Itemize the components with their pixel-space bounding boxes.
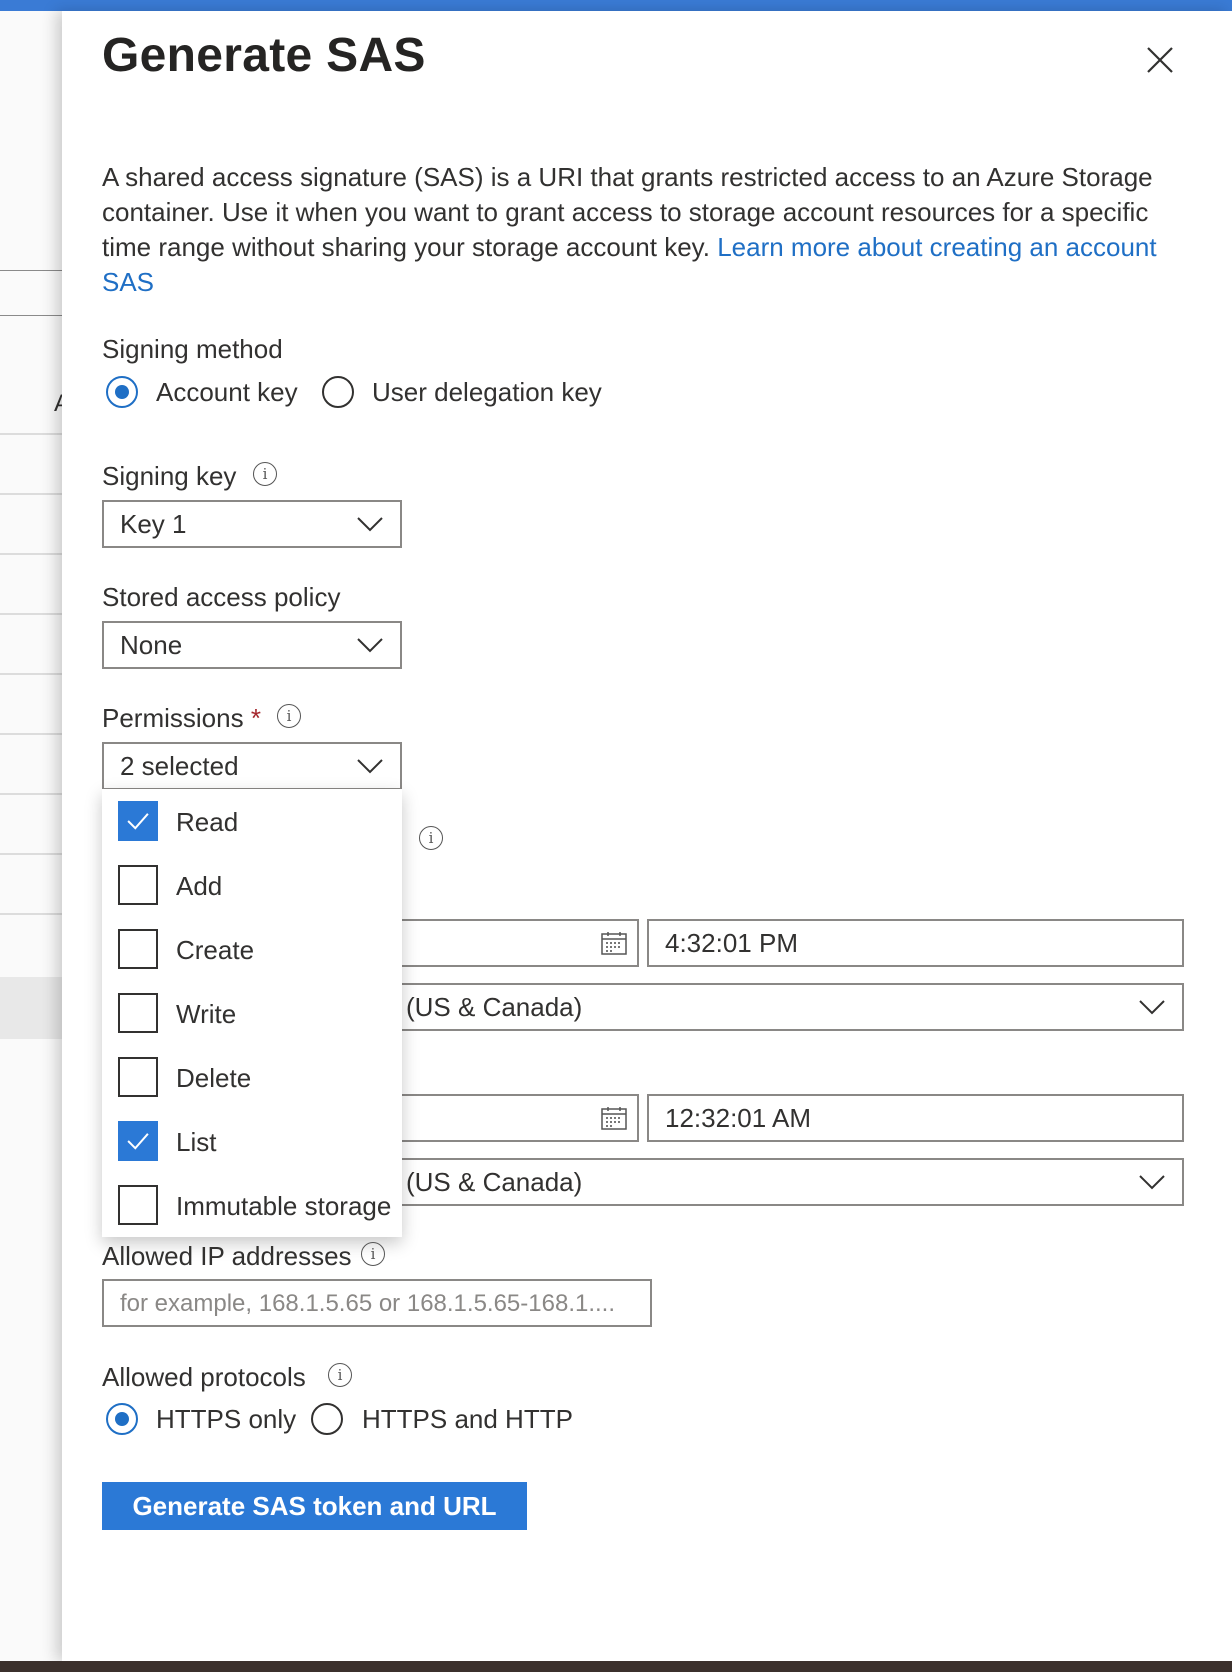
checkbox-list[interactable]: [118, 1121, 158, 1161]
permission-option-label: Create: [176, 935, 255, 965]
checkbox-immutable-storage[interactable]: [118, 1185, 158, 1225]
permission-option-label: Delete: [176, 1063, 252, 1093]
signing-key-value: Key 1: [120, 509, 187, 539]
radio-https-only[interactable]: [106, 1403, 138, 1435]
start-date-field[interactable]: [378, 919, 639, 967]
allowed-ip-input[interactable]: for example, 168.1.5.65 or 168.1.5.65-16…: [102, 1279, 652, 1327]
radio-user-delegation-key-label: User delegation key: [372, 377, 602, 407]
background-divider: [0, 853, 62, 855]
radio-user-delegation-key[interactable]: [322, 376, 354, 408]
info-icon[interactable]: i: [361, 1242, 385, 1266]
checkbox-add[interactable]: [118, 865, 158, 905]
background-selected-row: [0, 977, 62, 1039]
description: A shared access signature (SAS) is a URI…: [102, 160, 1182, 300]
background-divider: [0, 733, 62, 735]
close-icon[interactable]: [1144, 44, 1176, 76]
radio-https-and-http[interactable]: [311, 1403, 343, 1435]
radio-https-and-http-label: HTTPS and HTTP: [362, 1404, 573, 1434]
background-divider: [0, 315, 62, 316]
info-icon[interactable]: i: [419, 826, 443, 850]
background-divider: [0, 433, 62, 435]
calendar-icon[interactable]: [601, 931, 627, 955]
background-divider: [0, 270, 62, 271]
background-divider: [0, 913, 62, 915]
stored-access-policy-label: Stored access policy: [102, 582, 341, 612]
panel-title: Generate SAS: [102, 29, 426, 82]
permission-option-label: Add: [176, 871, 223, 901]
permission-option-label: Read: [176, 807, 239, 837]
bottom-dock-edge: [0, 1661, 1232, 1672]
chevron-down-icon: [357, 517, 383, 532]
generate-sas-button[interactable]: Generate SAS token and URL: [102, 1482, 527, 1530]
permission-option-label: Write: [176, 999, 237, 1029]
chevron-up-down-icon: [357, 759, 383, 774]
background-divider: [0, 613, 62, 615]
permission-option-label: List: [176, 1127, 217, 1157]
start-timezone-dropdown[interactable]: (US & Canada): [378, 983, 1184, 1031]
info-icon[interactable]: i: [253, 462, 277, 486]
chevron-down-icon: [357, 638, 383, 653]
permissions-dropdown[interactable]: 2 selected: [102, 742, 402, 790]
allowed-protocols-label: Allowed protocols: [102, 1362, 306, 1392]
chevron-down-icon: [1139, 1000, 1165, 1015]
expiry-timezone-dropdown[interactable]: (US & Canada): [378, 1158, 1184, 1206]
expiry-time-field[interactable]: 12:32:01 AM: [647, 1094, 1184, 1142]
permissions-menu: Read Add Create Write Delete List Immuta…: [102, 789, 402, 1237]
checkbox-write[interactable]: [118, 993, 158, 1033]
stored-access-policy-dropdown[interactable]: None: [102, 621, 402, 669]
signing-key-dropdown[interactable]: Key 1: [102, 500, 402, 548]
allowed-ip-label: Allowed IP addresses: [102, 1241, 352, 1271]
checkmark-icon: [127, 813, 149, 830]
calendar-icon[interactable]: [601, 1106, 627, 1130]
stored-access-policy-value: None: [120, 630, 183, 660]
background-divider: [0, 493, 62, 495]
radio-account-key-label: Account key: [156, 377, 298, 407]
radio-https-only-label: HTTPS only: [156, 1404, 297, 1434]
permissions-label: Permissions *: [102, 703, 261, 734]
checkbox-create[interactable]: [118, 929, 158, 969]
start-time-value: 4:32:01 PM: [665, 928, 798, 958]
checkbox-delete[interactable]: [118, 1057, 158, 1097]
top-accent-bar: [0, 0, 1232, 11]
radio-account-key[interactable]: [106, 376, 138, 408]
start-time-field[interactable]: 4:32:01 PM: [647, 919, 1184, 967]
signing-key-label: Signing key: [102, 461, 237, 491]
background-blade: [0, 11, 62, 1661]
permissions-value: 2 selected: [120, 751, 239, 781]
expiry-timezone-value: (US & Canada): [406, 1167, 583, 1197]
allowed-ip-placeholder: for example, 168.1.5.65 or 168.1.5.65-16…: [120, 1290, 615, 1317]
checkbox-read[interactable]: [118, 801, 158, 841]
expiry-time-value: 12:32:01 AM: [665, 1103, 811, 1133]
start-timezone-value: (US & Canada): [406, 992, 583, 1022]
background-divider: [0, 553, 62, 555]
permissions-label-text: Permissions: [102, 703, 244, 733]
required-mark: *: [250, 703, 261, 733]
checkmark-icon: [127, 1133, 149, 1150]
expiry-date-field[interactable]: [378, 1094, 639, 1142]
permission-option-label: Immutable storage: [176, 1191, 392, 1221]
info-icon[interactable]: i: [328, 1363, 352, 1387]
info-icon[interactable]: i: [277, 704, 301, 728]
chevron-down-icon: [1139, 1175, 1165, 1190]
signing-method-label: Signing method: [102, 334, 283, 364]
background-divider: [0, 673, 62, 675]
background-divider: [0, 793, 62, 795]
